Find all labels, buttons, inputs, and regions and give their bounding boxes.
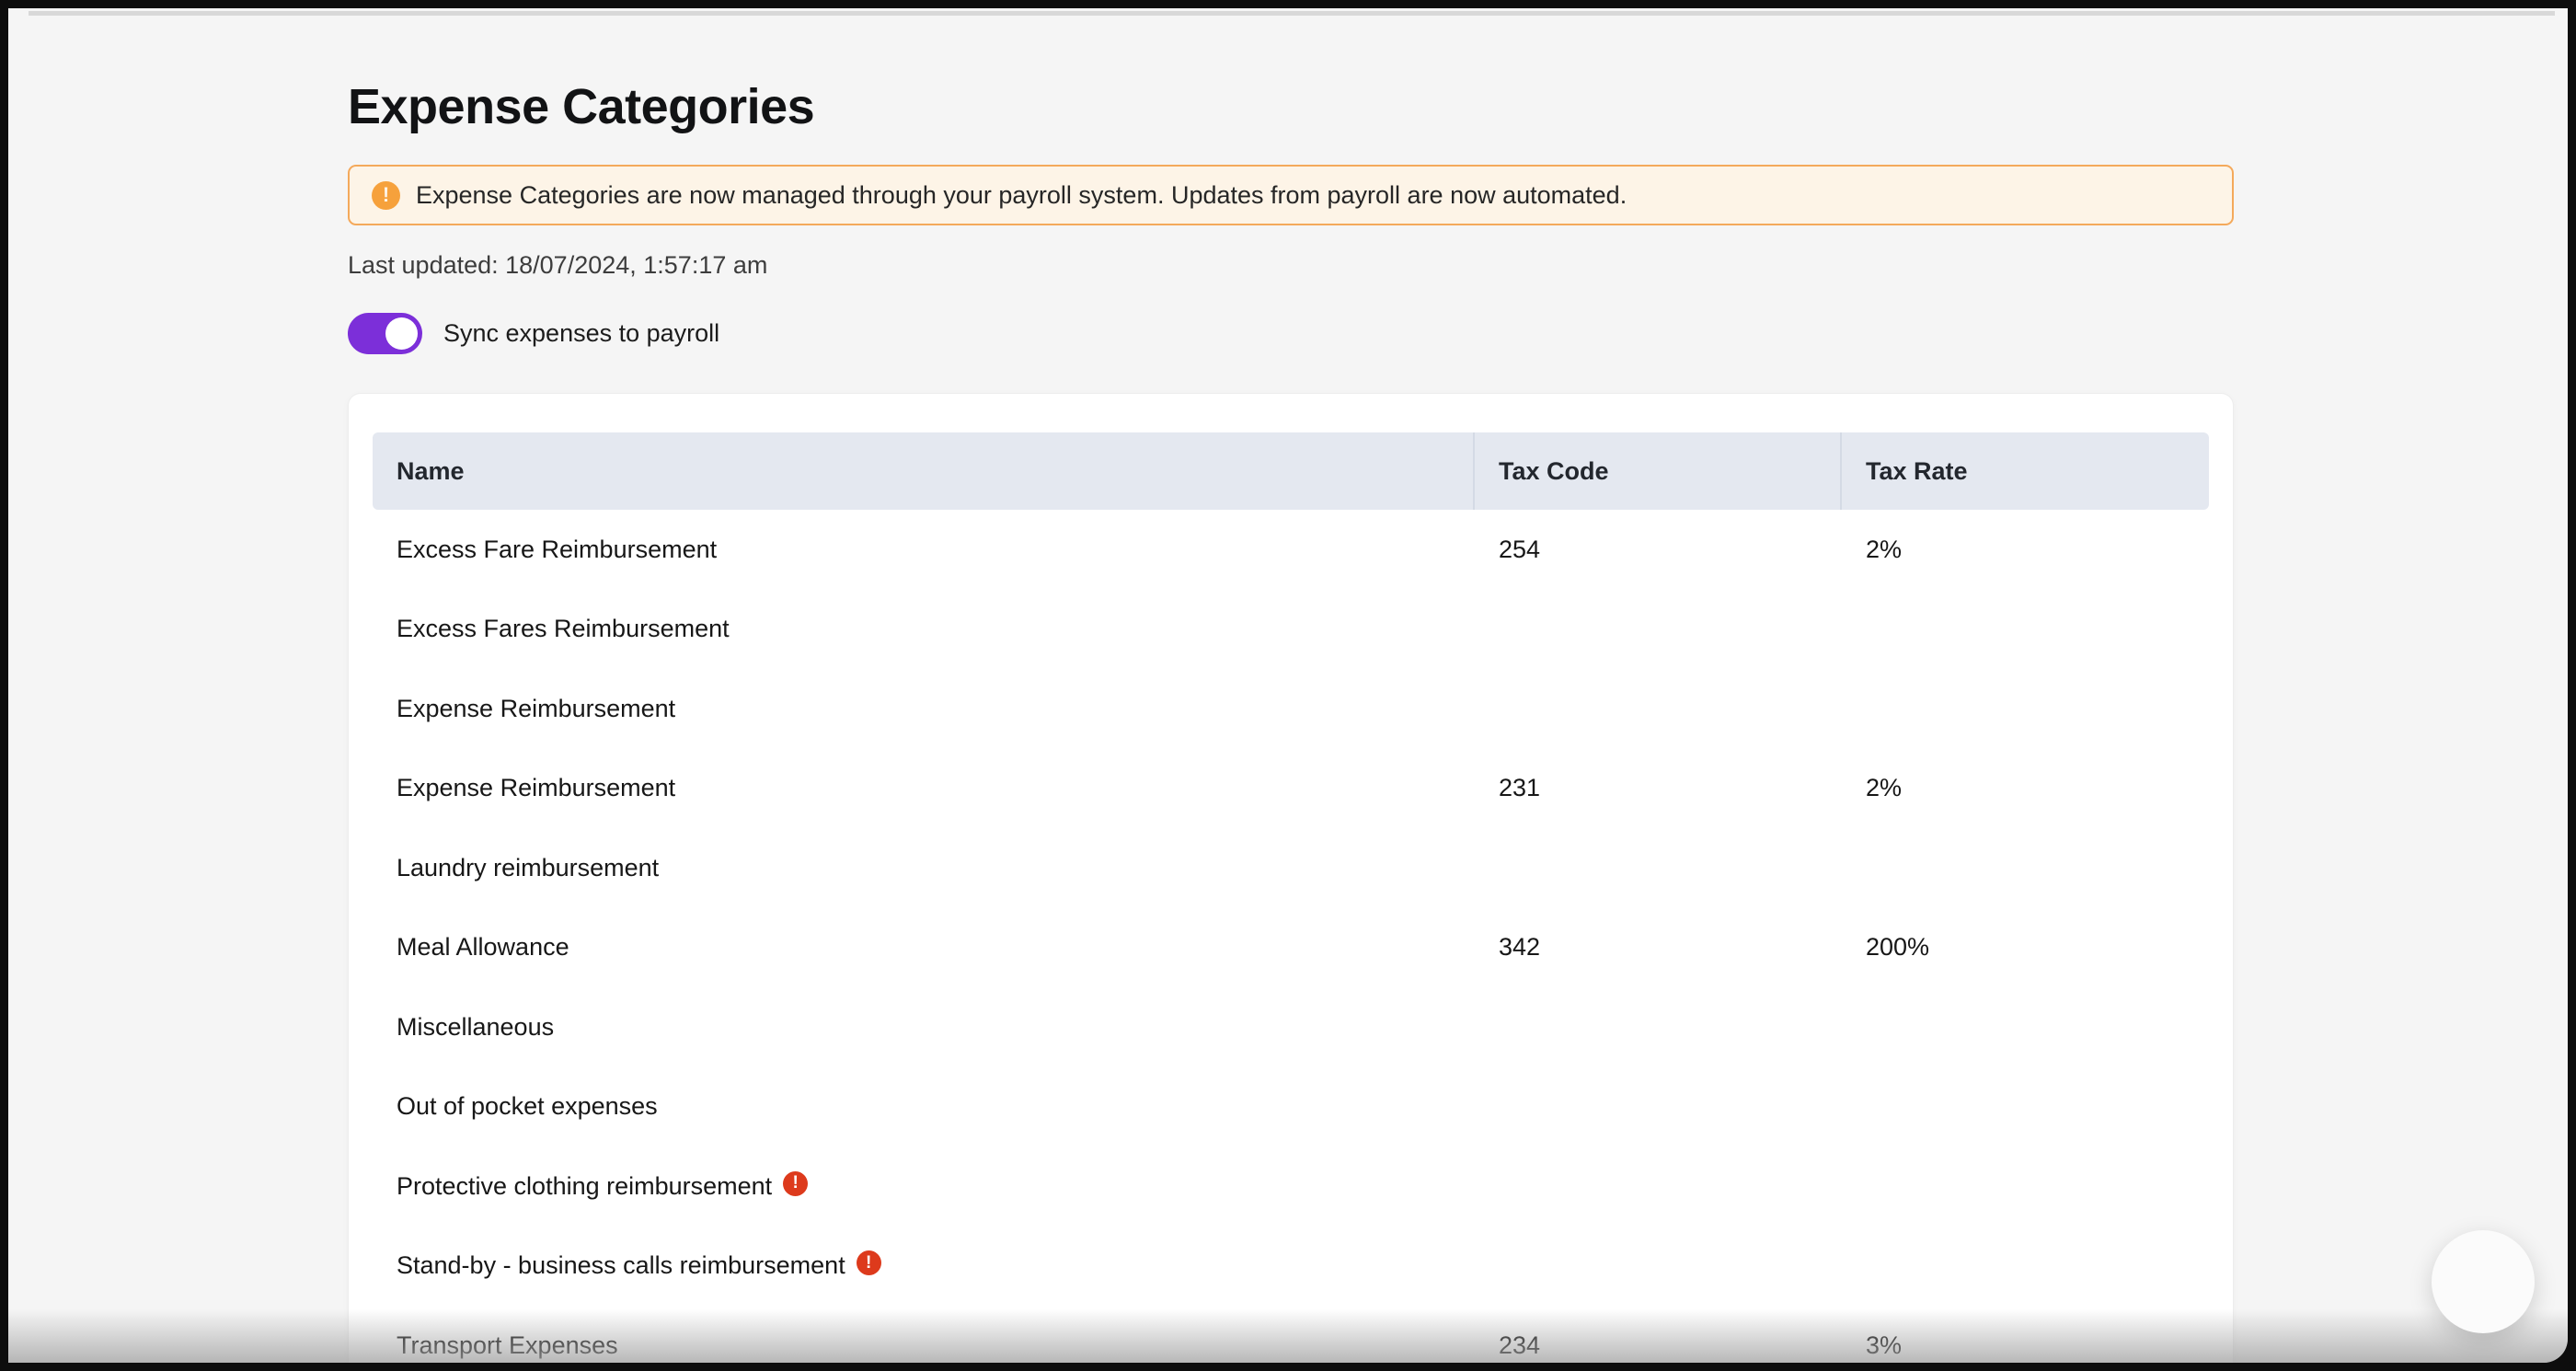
cell-name: Transport Expenses bbox=[373, 1331, 1475, 1360]
cell-tax-rate: 2% bbox=[1842, 536, 2208, 564]
cell-name: Miscellaneous bbox=[373, 1013, 1475, 1042]
sync-expenses-toggle[interactable] bbox=[348, 313, 422, 354]
table-row[interactable]: Excess Fare Reimbursement 254 2% bbox=[373, 510, 2209, 590]
expense-name: Expense Reimbursement bbox=[397, 774, 675, 802]
expense-name: Transport Expenses bbox=[397, 1331, 618, 1360]
column-header-tax-code: Tax Code bbox=[1475, 432, 1842, 510]
expense-name: Excess Fares Reimbursement bbox=[397, 615, 730, 643]
column-header-tax-rate: Tax Rate bbox=[1842, 432, 2208, 510]
alert-circle-icon: ! bbox=[372, 181, 400, 210]
cell-name: Out of pocket expenses bbox=[373, 1092, 1475, 1121]
floating-widget-button[interactable] bbox=[2432, 1230, 2535, 1333]
sync-toggle-row: Sync expenses to payroll bbox=[348, 313, 2234, 354]
cell-name: Expense Reimbursement bbox=[373, 695, 1475, 723]
table-row[interactable]: Meal Allowance 342 200% bbox=[373, 908, 2209, 988]
cell-tax-code: 234 bbox=[1475, 1331, 1842, 1360]
cell-name: Excess Fare Reimbursement bbox=[373, 536, 1475, 564]
toggle-knob bbox=[385, 317, 418, 350]
column-header-name: Name bbox=[373, 432, 1475, 510]
expense-name: Out of pocket expenses bbox=[397, 1092, 658, 1121]
expense-name: Stand-by - business calls reimbursement bbox=[397, 1251, 845, 1280]
expense-table-card: Name Tax Code Tax Rate Excess Fare Reimb… bbox=[348, 393, 2234, 1363]
table-body: Excess Fare Reimbursement 254 2% Excess … bbox=[373, 510, 2209, 1363]
page-title: Expense Categories bbox=[348, 78, 2234, 135]
cell-name: Excess Fares Reimbursement bbox=[373, 615, 1475, 643]
expense-name: Meal Allowance bbox=[397, 933, 569, 962]
cell-name: Laundry reimbursement bbox=[373, 854, 1475, 882]
cell-tax-rate: 3% bbox=[1842, 1331, 2208, 1360]
table-row[interactable]: Laundry reimbursement bbox=[373, 828, 2209, 908]
cell-name: Meal Allowance bbox=[373, 933, 1475, 962]
app-page: Expense Categories ! Expense Categories … bbox=[8, 8, 2568, 1363]
cell-tax-code: 231 bbox=[1475, 774, 1842, 802]
cell-name: Expense Reimbursement bbox=[373, 774, 1475, 802]
row-alert-icon: ! bbox=[783, 1171, 808, 1196]
sync-toggle-label: Sync expenses to payroll bbox=[443, 319, 719, 348]
table-row[interactable]: Expense Reimbursement 231 2% bbox=[373, 749, 2209, 829]
cell-name: Protective clothing reimbursement ! bbox=[373, 1172, 1475, 1201]
last-updated-text: Last updated: 18/07/2024, 1:57:17 am bbox=[348, 251, 2234, 280]
expense-name: Protective clothing reimbursement bbox=[397, 1172, 772, 1201]
expense-name: Expense Reimbursement bbox=[397, 695, 675, 723]
table-header-row: Name Tax Code Tax Rate bbox=[373, 432, 2209, 510]
table-row[interactable]: Expense Reimbursement bbox=[373, 669, 2209, 749]
table-row[interactable]: Stand-by - business calls reimbursement … bbox=[373, 1227, 2209, 1307]
expense-name: Miscellaneous bbox=[397, 1013, 554, 1042]
cell-tax-rate: 200% bbox=[1842, 933, 2208, 962]
table-row[interactable]: Transport Expenses 234 3% bbox=[373, 1306, 2209, 1363]
warning-banner: ! Expense Categories are now managed thr… bbox=[348, 165, 2234, 225]
warning-banner-text: Expense Categories are now managed throu… bbox=[416, 181, 1627, 210]
table-row[interactable]: Out of pocket expenses bbox=[373, 1067, 2209, 1147]
expense-name: Laundry reimbursement bbox=[397, 854, 659, 882]
cell-tax-code: 342 bbox=[1475, 933, 1842, 962]
table-row[interactable]: Miscellaneous bbox=[373, 987, 2209, 1067]
cell-name: Stand-by - business calls reimbursement … bbox=[373, 1251, 1475, 1280]
cell-tax-code: 254 bbox=[1475, 536, 1842, 564]
table-row[interactable]: Protective clothing reimbursement ! bbox=[373, 1146, 2209, 1227]
expense-name: Excess Fare Reimbursement bbox=[397, 536, 717, 564]
main-content: Expense Categories ! Expense Categories … bbox=[348, 8, 2234, 1363]
cell-tax-rate: 2% bbox=[1842, 774, 2208, 802]
table-row[interactable]: Excess Fares Reimbursement bbox=[373, 590, 2209, 670]
row-alert-icon: ! bbox=[857, 1250, 881, 1275]
